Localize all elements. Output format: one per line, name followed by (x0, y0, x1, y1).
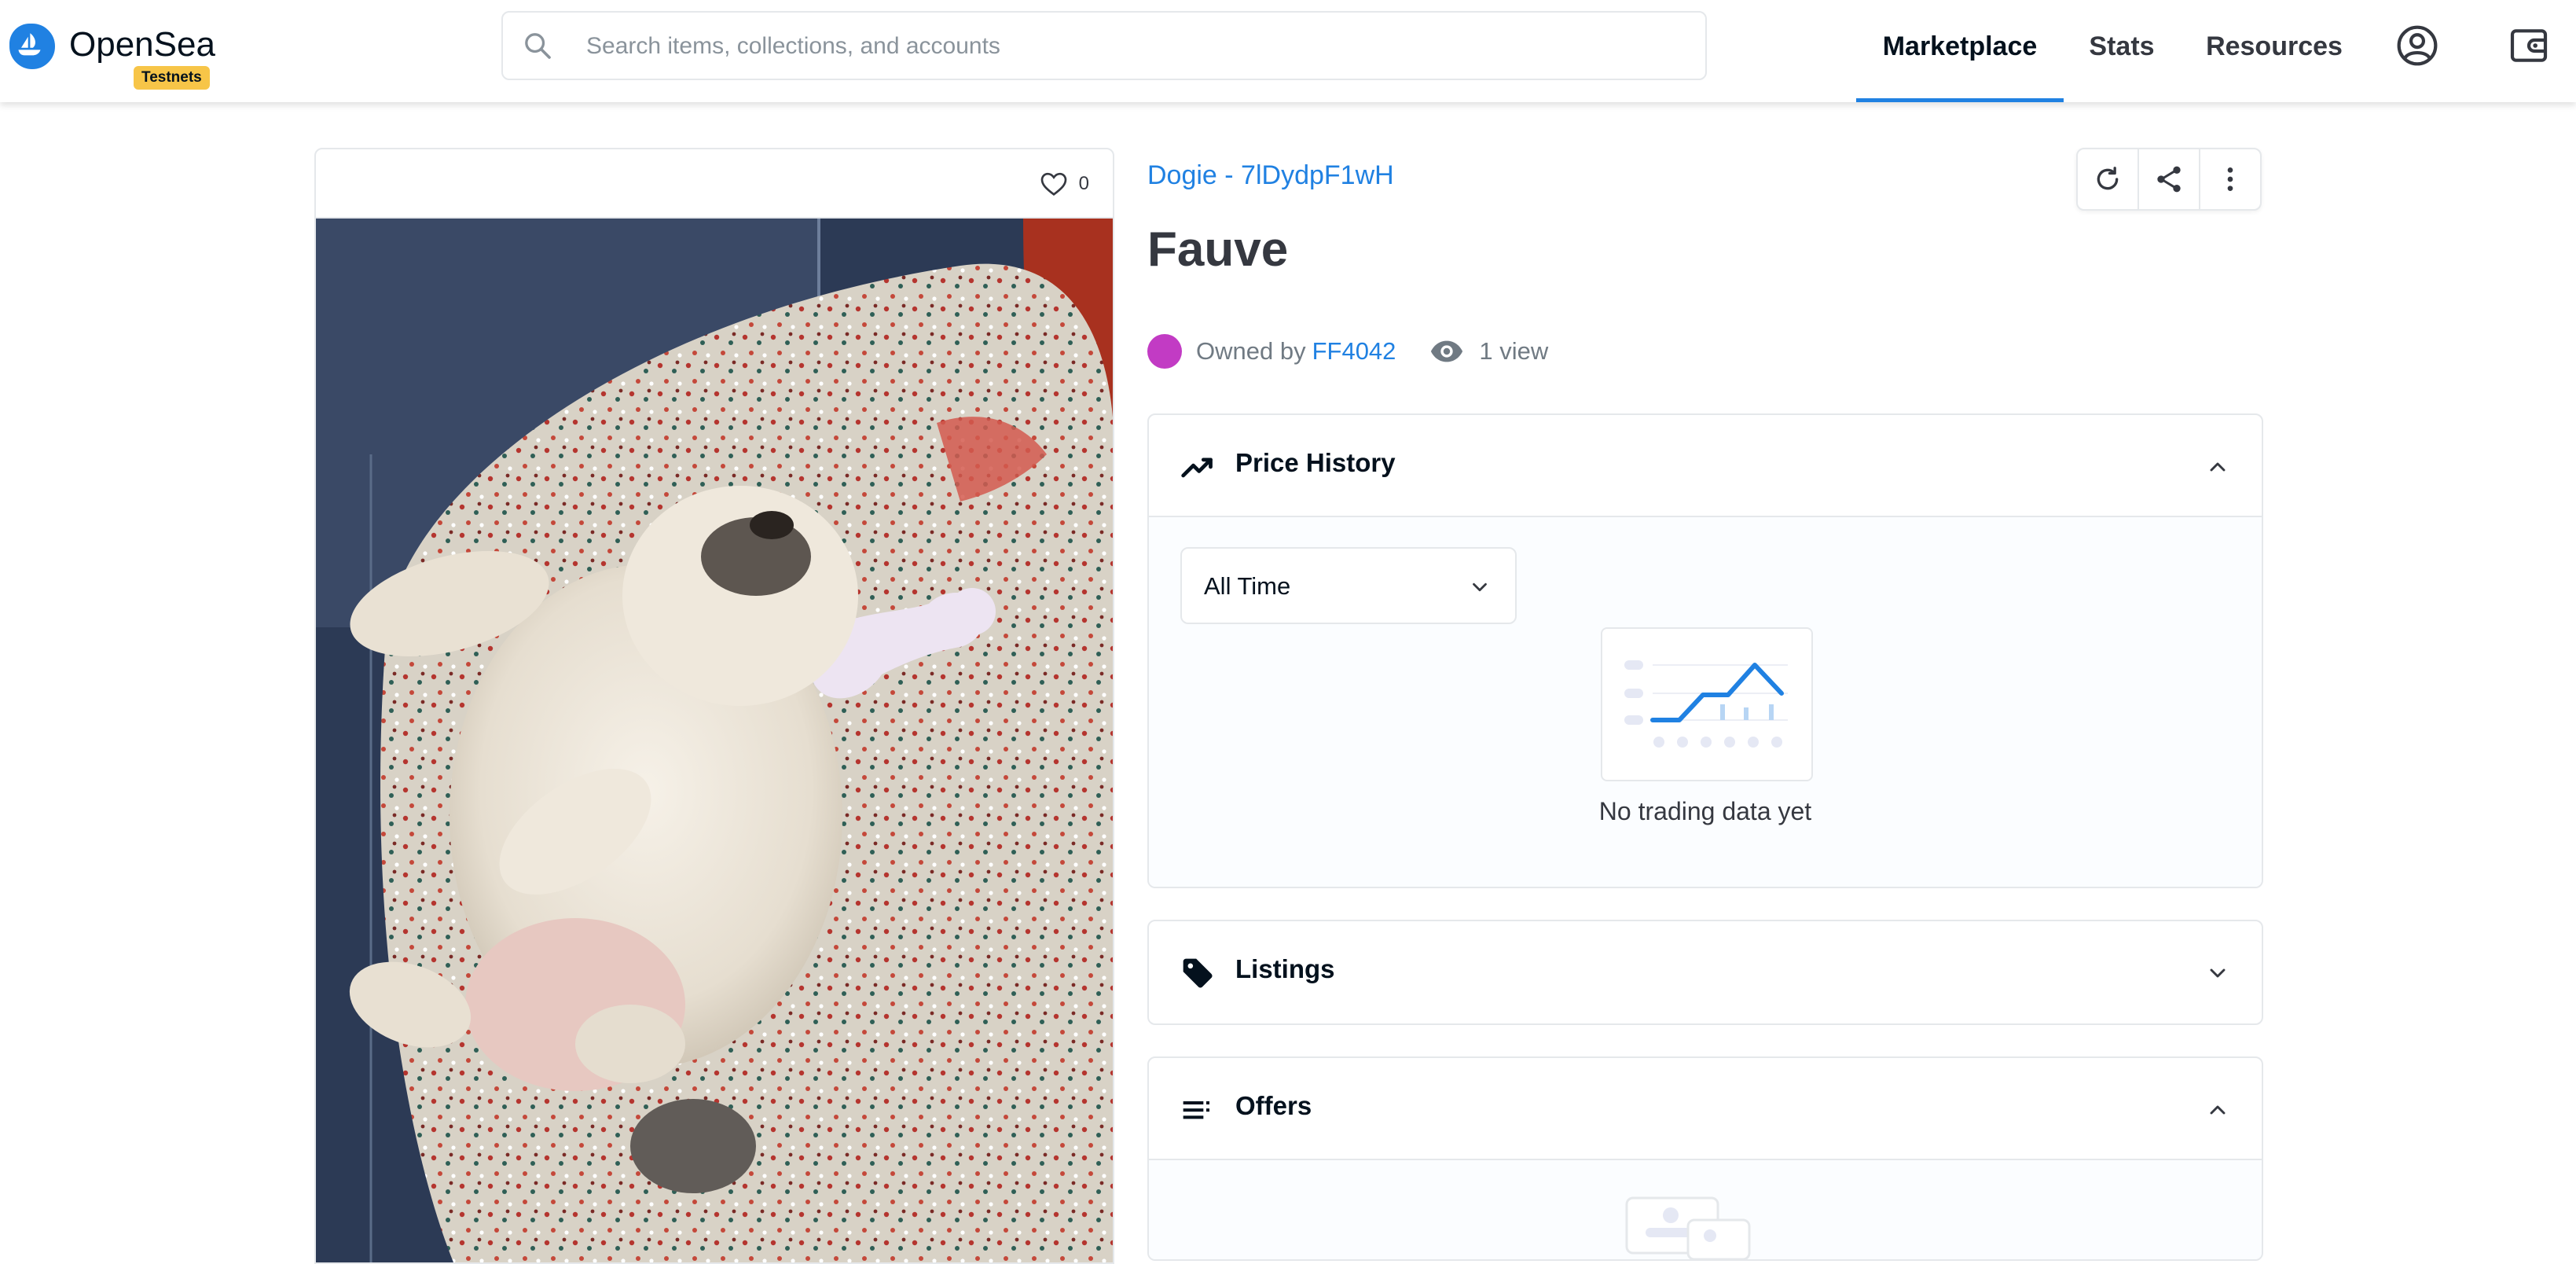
top-navbar: OpenSea Testnets Marketplace Stats Resou… (0, 0, 2576, 102)
view-count: 1 view (1429, 333, 1548, 369)
asset-actions (2076, 148, 2262, 211)
nav-marketplace[interactable]: Marketplace (1856, 0, 2064, 102)
price-history-header[interactable]: Price History (1149, 415, 2262, 517)
price-history-panel: Price History All Time No trading data y… (1147, 413, 2263, 888)
nav-resources[interactable]: Resources (2200, 0, 2348, 102)
opensea-logo-link[interactable]: OpenSea Testnets (6, 20, 215, 91)
favorite-count: 0 (1078, 173, 1089, 194)
list-icon (1183, 1101, 1210, 1119)
listings-header[interactable]: Listings (1149, 921, 2262, 1023)
chevron-down-icon (2210, 968, 2226, 978)
opensea-logo-icon (6, 20, 58, 72)
empty-chart-graphic (1624, 660, 1788, 748)
offers-header[interactable]: Offers (1149, 1058, 2262, 1160)
heart-icon (1040, 172, 1066, 197)
search-bar (501, 11, 1707, 80)
nav-stats-label: Stats (2089, 31, 2155, 61)
owner-link[interactable]: FF4042 (1312, 337, 1396, 366)
nav-marketplace-label: Marketplace (1882, 31, 2038, 61)
empty-offers-illustration (1625, 1196, 1751, 1259)
listings-title: Listings (1235, 954, 1335, 983)
owned-by-label: Owned by (1196, 337, 1306, 365)
chevron-up-icon (2210, 462, 2226, 472)
share-button[interactable] (2139, 149, 2200, 209)
search-icon (525, 33, 551, 59)
price-history-body: All Time No trading data yet (1149, 517, 2262, 887)
time-range-value: All Time (1204, 572, 1291, 600)
refresh-metadata-button[interactable] (2078, 149, 2139, 209)
no-trading-data-message: No trading data yet (1598, 797, 1812, 825)
more-options-button[interactable] (2200, 149, 2260, 209)
offers-body (1149, 1160, 2262, 1259)
search-input[interactable] (585, 24, 1688, 69)
listings-panel: Listings (1147, 920, 2263, 1025)
item-title: Fauve (1147, 222, 1289, 277)
empty-chart-illustration (1601, 627, 1813, 781)
collection-link[interactable]: Dogie - 7lDydpF1wH (1147, 160, 1394, 191)
owner-avatar[interactable] (1147, 334, 1182, 369)
offers-title: Offers (1235, 1091, 1312, 1120)
tag-icon (1183, 958, 1213, 988)
time-range-select[interactable]: All Time (1180, 547, 1517, 624)
asset-image-card: 0 (314, 148, 1114, 1264)
favorite-button[interactable]: 0 (1038, 165, 1089, 203)
share-icon (2157, 166, 2181, 193)
nav-stats[interactable]: Stats (2079, 0, 2164, 102)
owner-row: Owned by FF4042 1 view (1147, 330, 1548, 373)
trending-up-icon (1181, 457, 1213, 478)
offers-panel: Offers (1147, 1056, 2263, 1261)
chevron-down-icon (1473, 582, 1487, 592)
account-icon[interactable] (2395, 24, 2439, 68)
nft-image[interactable] (316, 219, 1114, 1264)
view-count-label: 1 view (1479, 337, 1549, 365)
testnets-badge: Testnets (134, 66, 210, 90)
logo-text: OpenSea (69, 25, 215, 64)
chevron-up-icon (2210, 1105, 2226, 1115)
nav-resources-label: Resources (2206, 31, 2343, 61)
more-options-icon (2227, 167, 2233, 191)
refresh-icon (2097, 167, 2119, 190)
price-history-title: Price History (1235, 448, 1396, 477)
eye-icon (1431, 340, 1463, 362)
image-card-header: 0 (316, 149, 1113, 219)
wallet-icon[interactable] (2507, 24, 2551, 68)
active-nav-underline (1856, 98, 2064, 102)
